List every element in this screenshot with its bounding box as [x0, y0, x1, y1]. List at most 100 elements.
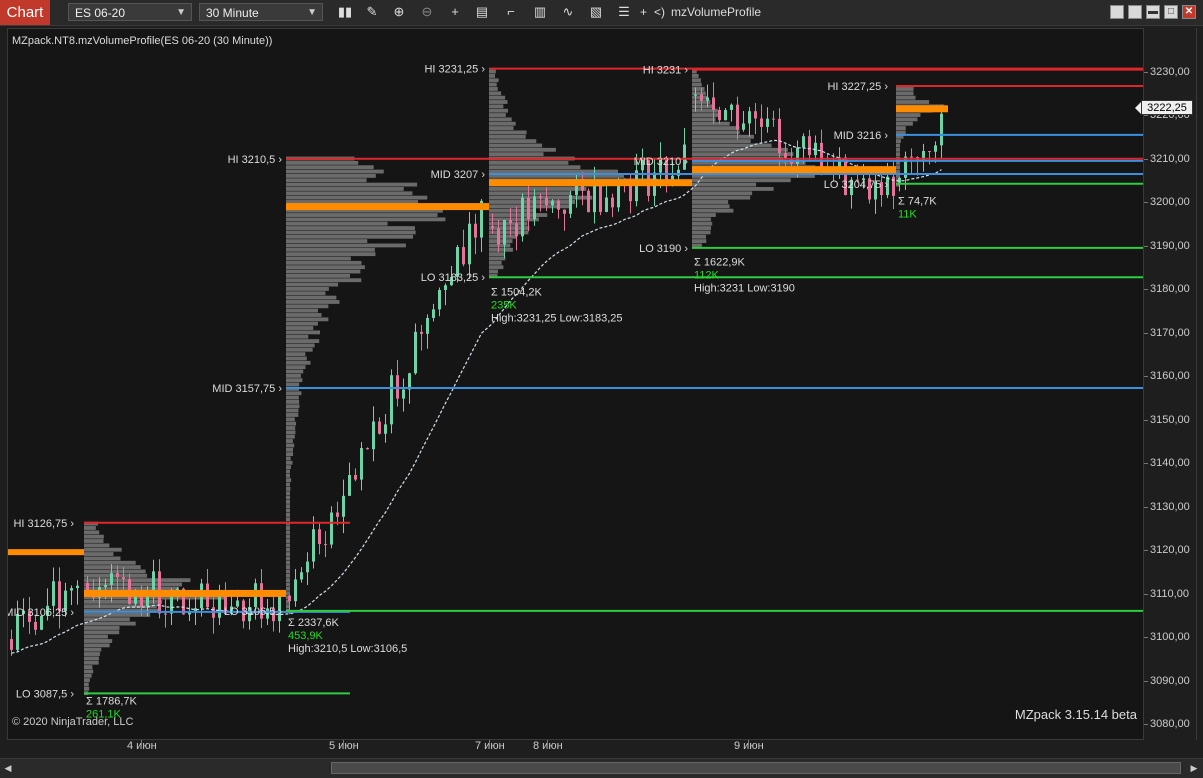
profile-bar [286, 508, 290, 513]
profile-bar [84, 582, 182, 587]
profile-bar [489, 239, 513, 244]
zoom-out-icon[interactable]: ⊖ [419, 4, 435, 20]
window-option2-button[interactable] [1128, 5, 1142, 19]
profile-bar [692, 95, 708, 100]
menu-icon[interactable]: ☰ [616, 4, 632, 20]
profile-bar [286, 417, 295, 422]
horizontal-scrollbar[interactable]: ◀ ▶ [0, 758, 1203, 778]
maximize-button[interactable]: □ [1164, 5, 1178, 19]
lo-level-label: LO 3087,5 › [16, 688, 74, 700]
profile-bar [692, 87, 705, 91]
lo-level-label: LO 3190 › [639, 243, 688, 255]
price-tick-label: 3170,00 [1144, 326, 1190, 339]
candle-body [10, 639, 13, 650]
poc-bar [692, 166, 896, 174]
profile-bar [489, 217, 539, 222]
profile-bar [896, 100, 930, 104]
time-axis[interactable]: 4 июн 5 июн 7 июн 8 июн 9 июн [7, 740, 1144, 758]
hi-level-label: HI 3126,75 › [13, 518, 74, 530]
profile-bar [692, 234, 707, 239]
candle-body [70, 588, 73, 591]
poc-bar [489, 179, 692, 187]
scroll-right-icon[interactable]: ▶ [1188, 761, 1200, 775]
profile-bar [286, 217, 446, 222]
close-button[interactable]: ✕ [1182, 5, 1196, 19]
add-indicator-button[interactable]: + [640, 5, 647, 19]
profile-bar [489, 269, 498, 274]
data-box-icon[interactable]: ▤ [474, 4, 490, 20]
minimize-button[interactable]: ▬ [1146, 5, 1160, 19]
profile-bar [896, 121, 913, 126]
draw-pencil-icon[interactable]: ✎ [364, 4, 380, 20]
profile-bar [692, 204, 730, 209]
profile-bar [896, 91, 914, 96]
profile-bar [286, 273, 350, 278]
candle-body [599, 181, 602, 212]
price-tick-label: 3140,00 [1144, 457, 1190, 470]
profile-bar [286, 286, 329, 291]
candle-body [110, 573, 113, 585]
profile-range: High:3231 Low:3190 [694, 282, 795, 294]
strategies-icon[interactable]: ▥ [532, 4, 548, 20]
profile-bar [84, 634, 108, 639]
chart-plot-area[interactable]: HI 3126,75 › MID 3106,25 › LO 3087,5 › Σ 17… [7, 28, 1144, 740]
properties-icon[interactable]: ▧ [588, 4, 604, 20]
profile-bar [286, 169, 384, 174]
profile-bar [286, 221, 388, 226]
profile-bar [896, 165, 900, 170]
profile-bar [286, 586, 290, 591]
templates-icon[interactable]: ⌐ [503, 4, 519, 20]
scroll-thumb[interactable] [331, 762, 1181, 774]
profile-bar [896, 113, 921, 117]
profile-bar [84, 530, 100, 535]
profile-bar [286, 282, 339, 287]
profile-volume-sum: Σ 1786,7K [86, 695, 138, 707]
candle-body [706, 97, 709, 101]
profile-bar [489, 87, 498, 91]
bar-type-icon[interactable]: ▮▮ [337, 4, 353, 20]
candle-body [306, 561, 309, 573]
profile-bar [84, 660, 99, 665]
interval-selector[interactable]: 30 Minute ▼ [199, 3, 323, 21]
profile-bar [84, 626, 120, 630]
indicators-icon[interactable]: ∿ [560, 4, 576, 20]
profile-bar [692, 178, 791, 183]
poc-bar [896, 105, 948, 113]
profile-bar [896, 126, 906, 131]
profile-bar [692, 121, 730, 126]
profile-bar [286, 495, 290, 500]
profile-bar [84, 534, 104, 539]
window-option-button[interactable] [1110, 5, 1124, 19]
profile-bar [286, 213, 438, 217]
profile-bar [286, 530, 290, 535]
instrument-selector[interactable]: ES 06-20 ▼ [68, 3, 192, 21]
profile-delta: 453,9K [288, 630, 324, 642]
profile-bar [286, 556, 290, 561]
poc-bar [8, 549, 84, 556]
candle-body [396, 375, 399, 399]
profile-bar [692, 78, 701, 83]
candle-body [372, 421, 375, 450]
chart-tab[interactable]: Chart [0, 0, 50, 25]
profile-bar [286, 482, 290, 487]
profile-bar [286, 165, 374, 170]
profile-bar [286, 469, 290, 474]
profile-bar [692, 182, 757, 187]
zoom-in-icon[interactable]: ⊕ [391, 4, 407, 20]
candle-body [438, 290, 441, 310]
back-button[interactable]: <) [654, 5, 665, 19]
price-axis[interactable]: 3230,003220,003210,003200,003190,003180,… [1144, 28, 1197, 740]
profile-bar [286, 452, 294, 457]
profile-bar [286, 195, 428, 200]
candle-body [294, 579, 297, 602]
profile-delta: 11K [898, 208, 917, 220]
profile-bar [286, 443, 295, 448]
profile-bar [286, 578, 290, 583]
candle-body [539, 196, 542, 198]
profile-bar [692, 226, 712, 230]
profile-bar [84, 560, 136, 565]
price-tick-label: 3120,00 [1144, 544, 1190, 557]
scroll-left-icon[interactable]: ◀ [2, 761, 14, 775]
profile-bar [84, 539, 104, 543]
crosshair-icon[interactable]: + [447, 4, 463, 20]
